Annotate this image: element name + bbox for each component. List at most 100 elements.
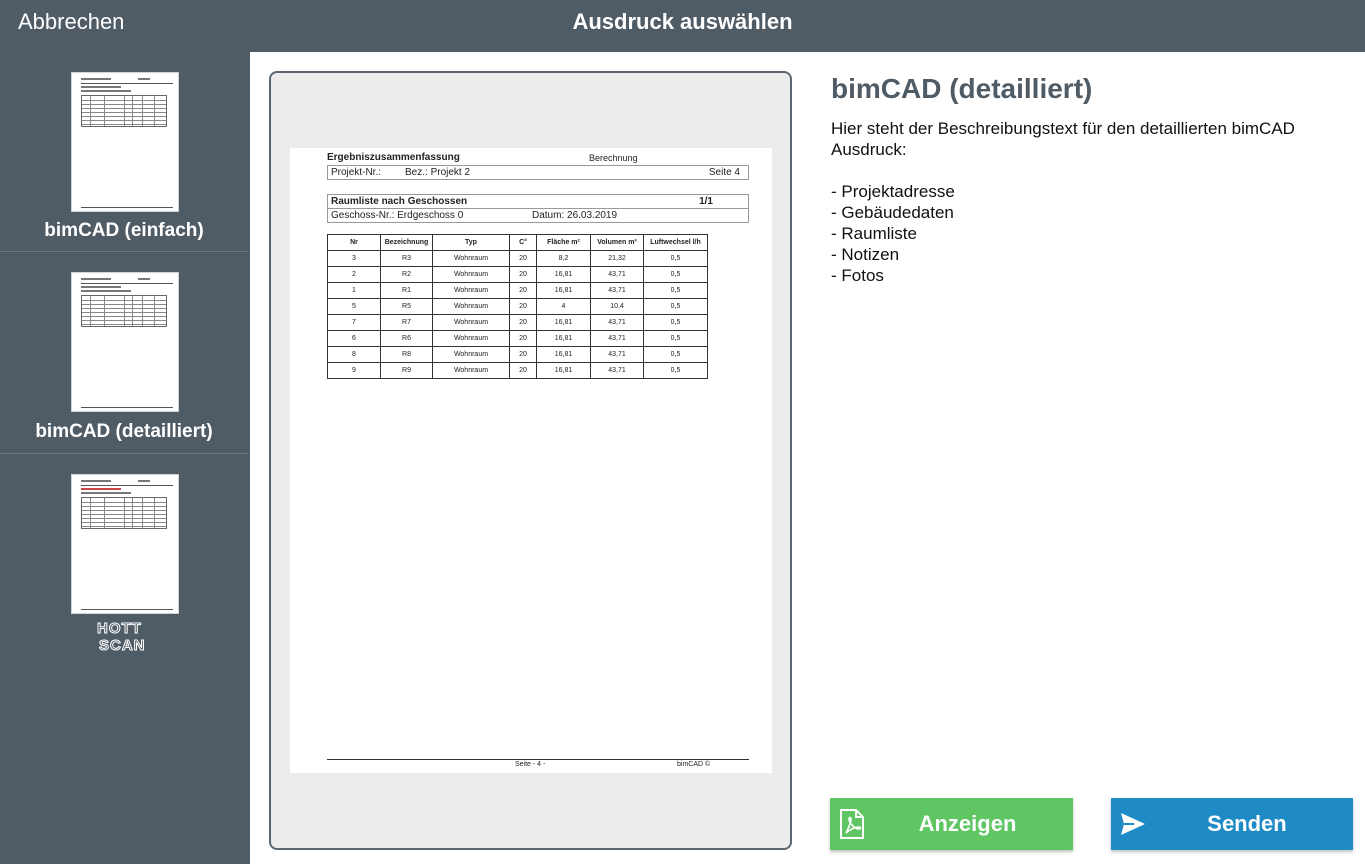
table-header: Luftwechsel l/h xyxy=(643,234,708,251)
table-cell: 4 xyxy=(536,298,591,315)
floor-info: Geschoss-Nr.: Erdgeschoss 0 xyxy=(331,210,464,221)
table-cell: Wohnraum xyxy=(432,282,510,299)
table-cell: 20 xyxy=(509,314,537,331)
table-cell: 43,71 xyxy=(590,362,644,379)
floor-box: Geschoss-Nr.: Erdgeschoss 0 Datum: 26.03… xyxy=(327,208,749,223)
table-cell: 43,71 xyxy=(590,282,644,299)
table-cell: 16,81 xyxy=(536,330,591,347)
print-thumbnail xyxy=(71,474,179,614)
table-cell: 0,5 xyxy=(643,346,708,363)
table-cell: 0,5 xyxy=(643,362,708,379)
table-cell: 16,81 xyxy=(536,266,591,283)
table-cell: 43,71 xyxy=(590,266,644,283)
print-preview-frame: Ergebniszusammenfassung Berechnung Proje… xyxy=(269,71,792,850)
table-header: Volumen m³ xyxy=(590,234,644,251)
table-cell: 43,71 xyxy=(590,314,644,331)
table-cell: R7 xyxy=(380,314,433,331)
sidebar-item-label: bimCAD (detailliert) xyxy=(35,421,213,442)
table-cell: R8 xyxy=(380,346,433,363)
table-cell: 0,5 xyxy=(643,282,708,299)
table-header: Fläche m² xyxy=(536,234,591,251)
project-number: Projekt-Nr.: xyxy=(331,167,382,178)
table-header: C° xyxy=(509,234,537,251)
table-cell: R1 xyxy=(380,282,433,299)
table-cell: 16,81 xyxy=(536,362,591,379)
table-cell: 20 xyxy=(509,282,537,299)
section-title: Raumliste nach Geschossen xyxy=(331,196,468,207)
sidebar-item-bimcad-detailed[interactable]: bimCAD (detailliert) xyxy=(0,253,248,454)
table-cell: 16,81 xyxy=(536,282,591,299)
table-cell: Wohnraum xyxy=(432,362,510,379)
table-cell: 20 xyxy=(509,330,537,347)
table-cell: 3 xyxy=(327,250,381,267)
table-cell: 16,81 xyxy=(536,346,591,363)
footer-divider xyxy=(327,759,749,760)
page-info: Seite 4 xyxy=(708,167,740,178)
page-title: Ausdruck auswählen xyxy=(572,9,793,34)
room-table: Nr Bezeichnung Typ C° Fläche m² Volumen … xyxy=(327,234,708,379)
date-info: Datum: 26.03.2019 xyxy=(532,210,618,221)
section-page: 1/1 xyxy=(699,196,713,207)
list-item: - Projektadresse xyxy=(831,182,955,201)
sidebar-item-hottscan[interactable]: HOTT SCAN xyxy=(0,455,248,655)
list-item: - Gebäudedaten xyxy=(831,203,954,222)
table-cell: 10,4 xyxy=(590,298,644,315)
table-row: 5 R5 Wohnraum 20 4 10,4 0,5 xyxy=(327,298,708,315)
table-cell: 0,5 xyxy=(643,330,708,347)
table-cell: 6 xyxy=(327,330,381,347)
table-cell: 8 xyxy=(327,346,381,363)
print-preview-page: Ergebniszusammenfassung Berechnung Proje… xyxy=(290,148,772,773)
table-cell: 43,71 xyxy=(590,330,644,347)
table-header: Nr xyxy=(327,234,381,251)
table-row: 3 R3 Wohnraum 20 8,2 21,32 0,5 xyxy=(327,250,708,267)
table-cell: 20 xyxy=(509,250,537,267)
table-cell: Wohnraum xyxy=(432,314,510,331)
footer-brand: bimCAD © xyxy=(677,761,711,768)
print-thumbnail xyxy=(71,272,179,412)
footer-page: Seite - 4 - xyxy=(515,761,546,768)
svg-text:SCAN: SCAN xyxy=(99,637,146,653)
send-button-label: Senden xyxy=(1207,811,1287,836)
sidebar-item-bimcad-simple[interactable]: bimCAD (einfach) xyxy=(0,52,248,252)
table-cell: Wohnraum xyxy=(432,346,510,363)
table-header: Bezeichnung xyxy=(380,234,433,251)
table-cell: 5 xyxy=(327,298,381,315)
table-cell: 21,32 xyxy=(590,250,644,267)
top-bar: Abbrechen Ausdruck auswählen xyxy=(0,0,1365,52)
table-cell: 9 xyxy=(327,362,381,379)
table-row: 8 R8 Wohnraum 20 16,81 43,71 0,5 xyxy=(327,346,708,363)
table-row: 6 R6 Wohnraum 20 16,81 43,71 0,5 xyxy=(327,330,708,347)
doc-title: Ergebniszusammenfassung xyxy=(327,152,460,163)
hottscan-logo: HOTT SCAN xyxy=(97,620,146,654)
detail-list: - Projektadresse - Gebäudedaten - Raumli… xyxy=(831,181,955,286)
table-cell: Wohnraum xyxy=(432,330,510,347)
list-item: - Raumliste xyxy=(831,224,917,243)
table-cell: Wohnraum xyxy=(432,266,510,283)
table-cell: 0,5 xyxy=(643,266,708,283)
sidebar-item-label: bimCAD (einfach) xyxy=(44,220,204,241)
doc-category: Berechnung xyxy=(589,153,638,163)
table-header: Typ xyxy=(432,234,510,251)
table-cell: R9 xyxy=(380,362,433,379)
table-row: 9 R9 Wohnraum 20 16,81 43,71 0,5 xyxy=(327,362,708,379)
table-cell: 20 xyxy=(509,266,537,283)
table-cell: 20 xyxy=(509,362,537,379)
table-row: 7 R7 Wohnraum 20 16,81 43,71 0,5 xyxy=(327,314,708,331)
table-header-row: Nr Bezeichnung Typ C° Fläche m² Volumen … xyxy=(327,234,708,251)
table-cell: 0,5 xyxy=(643,298,708,315)
table-cell: R5 xyxy=(380,298,433,315)
table-cell: R6 xyxy=(380,330,433,347)
table-cell: R2 xyxy=(380,266,433,283)
table-cell: 20 xyxy=(509,346,537,363)
table-cell: 16,81 xyxy=(536,314,591,331)
table-cell: 8,2 xyxy=(536,250,591,267)
send-button[interactable]: Senden xyxy=(1111,798,1353,850)
table-cell: 7 xyxy=(327,314,381,331)
table-cell: 43,71 xyxy=(590,346,644,363)
show-button[interactable]: Anzeigen xyxy=(830,798,1073,850)
project-name: Bez.: Projekt 2 xyxy=(405,167,471,178)
list-item: - Fotos xyxy=(831,266,884,285)
project-box: Projekt-Nr.: Bez.: Projekt 2 Seite 4 xyxy=(327,165,749,180)
sidebar: bimCAD (einfach) bimCAD (detailliert) HO… xyxy=(0,52,250,864)
detail-title: bimCAD (detailliert) xyxy=(831,73,1093,104)
